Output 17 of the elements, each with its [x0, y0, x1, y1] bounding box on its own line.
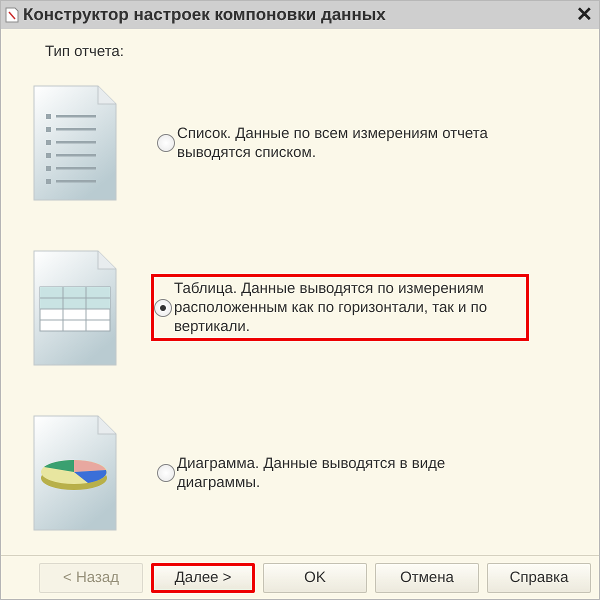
option-text[interactable]: Таблица. Данные выводятся по измерениям расположенным как по горизонтали, так и по вертикали.: [174, 279, 524, 336]
table-document-icon: [32, 248, 118, 366]
option-text[interactable]: Диаграмма. Данные выводятся в виде диаграммы.: [177, 454, 527, 492]
close-button[interactable]: ✕: [576, 5, 593, 25]
report-type-label: Тип отчета:: [45, 43, 125, 60]
document-icon: [5, 7, 19, 23]
window-title: Конструктор настроек компоновки данных: [23, 5, 387, 25]
dialog-button[interactable]: Отмена: [375, 562, 479, 592]
radio-button[interactable]: [157, 134, 175, 152]
option-text[interactable]: Список. Данные по всем измерениям отчета выводятся списком.: [177, 124, 527, 162]
radio-button[interactable]: [154, 298, 172, 316]
pie-document-icon: [32, 414, 118, 532]
list-document-icon: [32, 84, 118, 202]
dialog-button[interactable]: Справка: [487, 562, 591, 592]
radio-button[interactable]: [157, 464, 175, 482]
dialog-button[interactable]: OK: [263, 562, 367, 592]
dialog-button[interactable]: Далее >: [151, 562, 255, 592]
